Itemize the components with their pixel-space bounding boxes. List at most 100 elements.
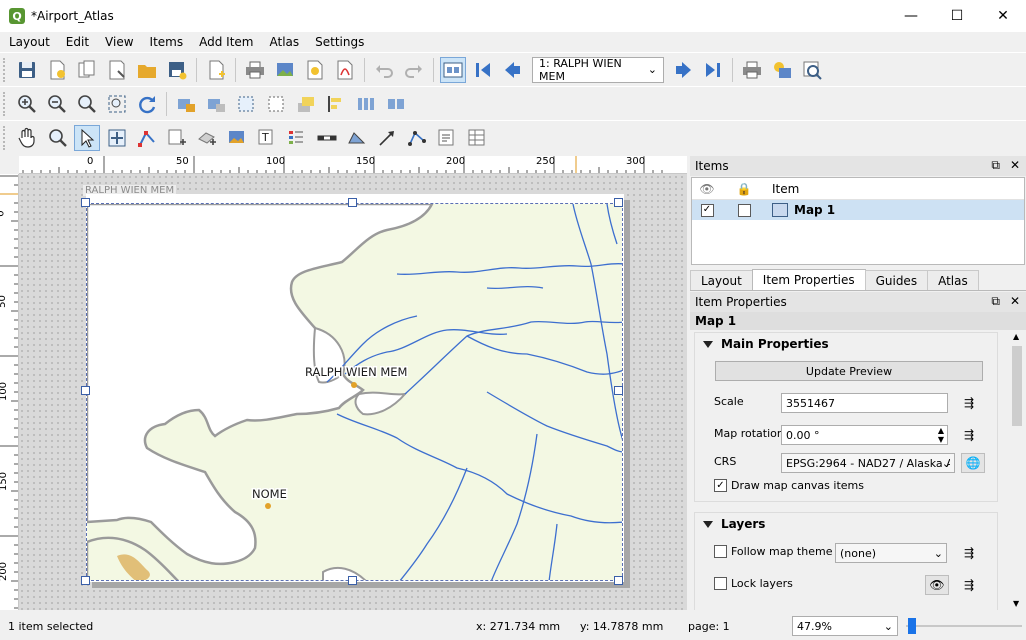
- scrollbar-thumb[interactable]: [1012, 346, 1022, 426]
- tab-guides[interactable]: Guides: [864, 270, 929, 290]
- print-button[interactable]: [242, 57, 268, 83]
- draw-canvas-items-checkbox[interactable]: ✓: [714, 479, 727, 492]
- add-scalebar-button[interactable]: [314, 125, 340, 151]
- next-feature-button[interactable]: [670, 57, 696, 83]
- layout-canvas[interactable]: RALPH WIEN MEM RALPH WIEN MEM NOME: [19, 174, 687, 610]
- add-map-button[interactable]: [164, 125, 190, 151]
- map-item[interactable]: RALPH WIEN MEM NOME: [86, 203, 623, 581]
- unlock-items-button[interactable]: [203, 91, 229, 117]
- lock-items-button[interactable]: [173, 91, 199, 117]
- add-picture-button[interactable]: [224, 125, 250, 151]
- add-legend-button[interactable]: [284, 125, 310, 151]
- add-attribute-table-button[interactable]: [464, 125, 490, 151]
- spinner-arrows-icon[interactable]: ▲ ▼: [938, 426, 944, 444]
- scale-input[interactable]: 3551467: [781, 393, 948, 413]
- select-all-button[interactable]: [233, 91, 259, 117]
- open-template-button[interactable]: [134, 57, 160, 83]
- resize-items-button[interactable]: [383, 91, 409, 117]
- add-shape-button[interactable]: [344, 125, 370, 151]
- tab-atlas[interactable]: Atlas: [927, 270, 979, 290]
- visible-checkbox[interactable]: ✓: [700, 203, 714, 217]
- new-layout-button[interactable]: [44, 57, 70, 83]
- first-feature-button[interactable]: [470, 57, 496, 83]
- scroll-up-icon[interactable]: ▲: [1013, 332, 1019, 341]
- resize-handle[interactable]: [81, 576, 90, 585]
- lock-layers-checkbox[interactable]: [714, 577, 727, 590]
- scroll-down-icon[interactable]: ▼: [1013, 599, 1019, 608]
- data-defined-override-icon[interactable]: ⇶: [957, 575, 981, 595]
- close-panel-icon[interactable]: ✕: [1010, 294, 1020, 309]
- menu-atlas[interactable]: Atlas: [260, 35, 306, 49]
- align-items-button[interactable]: [323, 91, 349, 117]
- atlas-preview-button[interactable]: [440, 56, 466, 83]
- map-theme-dropdown[interactable]: (none) ⌄: [835, 543, 947, 563]
- export-pdf-button[interactable]: [332, 57, 358, 83]
- add-pages-button[interactable]: [203, 57, 229, 83]
- close-button[interactable]: ✕: [980, 0, 1026, 32]
- refresh-button[interactable]: [134, 91, 160, 117]
- resize-handle[interactable]: [81, 386, 90, 395]
- add-arrow-button[interactable]: [374, 125, 400, 151]
- zoom-in-button[interactable]: [14, 91, 40, 117]
- eye-dropdown-icon[interactable]: 👁: [925, 575, 949, 595]
- properties-scroll-area[interactable]: Main Properties Update Preview Scale 355…: [690, 330, 1026, 610]
- atlas-feature-dropdown[interactable]: 1: RALPH WIEN MEM ⌄: [532, 56, 664, 83]
- resize-handle[interactable]: [348, 198, 357, 207]
- save-template-button[interactable]: [164, 57, 190, 83]
- zoom-slider[interactable]: [906, 618, 1022, 634]
- zoom-tool-button[interactable]: [44, 125, 70, 151]
- data-defined-override-icon[interactable]: ⇶: [957, 393, 981, 413]
- update-preview-button[interactable]: Update Preview: [715, 361, 983, 381]
- export-image-button[interactable]: [272, 57, 298, 83]
- edit-nodes-tool-button[interactable]: [134, 125, 160, 151]
- deselect-button[interactable]: [263, 91, 289, 117]
- redo-button[interactable]: [401, 57, 427, 83]
- raise-items-button[interactable]: [293, 91, 319, 117]
- zoom-actual-button[interactable]: [74, 91, 100, 117]
- tab-item-properties[interactable]: Item Properties: [751, 269, 866, 290]
- zoom-dropdown[interactable]: 47.9% ⌄: [792, 616, 898, 636]
- items-tree[interactable]: 👁 🔒 Item ✓ Map 1: [691, 177, 1025, 265]
- resize-handle[interactable]: [81, 198, 90, 207]
- save-layout-button[interactable]: [14, 57, 40, 83]
- undo-button[interactable]: [371, 57, 397, 83]
- zoom-slider-handle[interactable]: [908, 618, 916, 634]
- export-svg-button[interactable]: [302, 57, 328, 83]
- export-atlas-button[interactable]: [769, 57, 795, 83]
- layers-header[interactable]: Layers: [695, 513, 997, 535]
- last-feature-button[interactable]: [700, 57, 726, 83]
- duplicate-layout-button[interactable]: [74, 57, 100, 83]
- add-html-button[interactable]: [434, 125, 460, 151]
- add-nodes-button[interactable]: [404, 125, 430, 151]
- previous-feature-button[interactable]: [500, 57, 526, 83]
- menu-add-item[interactable]: Add Item: [190, 35, 260, 49]
- main-properties-header[interactable]: Main Properties: [695, 333, 997, 355]
- follow-theme-row[interactable]: Follow map theme: [714, 545, 832, 558]
- locked-checkbox[interactable]: [737, 203, 751, 217]
- close-panel-icon[interactable]: ✕: [1010, 158, 1020, 173]
- menu-settings[interactable]: Settings: [306, 35, 371, 49]
- menu-items[interactable]: Items: [141, 35, 191, 49]
- properties-scrollbar[interactable]: ▲ ▼: [1010, 330, 1024, 610]
- add-3d-map-button[interactable]: [194, 125, 220, 151]
- layout-manager-button[interactable]: [104, 57, 130, 83]
- print-atlas-button[interactable]: [739, 57, 765, 83]
- layout-page[interactable]: RALPH WIEN MEM NOME: [81, 194, 624, 585]
- add-label-button[interactable]: T: [254, 125, 280, 151]
- map-rotation-input[interactable]: 0.00 ° ▲ ▼: [781, 425, 948, 445]
- pan-tool-button[interactable]: [14, 125, 40, 151]
- select-move-tool-button[interactable]: [74, 124, 100, 151]
- tab-layout[interactable]: Layout: [690, 270, 753, 290]
- distribute-items-button[interactable]: [353, 91, 379, 117]
- items-tree-row[interactable]: ✓ Map 1: [692, 200, 1024, 220]
- float-panel-icon[interactable]: ⧉: [991, 294, 1000, 309]
- zoom-out-button[interactable]: [44, 91, 70, 117]
- menu-layout[interactable]: Layout: [0, 35, 57, 49]
- menu-view[interactable]: View: [96, 35, 140, 49]
- lock-layers-row[interactable]: Lock layers: [714, 577, 793, 590]
- resize-handle[interactable]: [614, 386, 623, 395]
- select-crs-icon[interactable]: 🌐: [961, 453, 985, 473]
- data-defined-override-icon[interactable]: ⇶: [957, 543, 981, 563]
- atlas-settings-button[interactable]: [799, 57, 825, 83]
- maximize-button[interactable]: ☐: [934, 0, 980, 32]
